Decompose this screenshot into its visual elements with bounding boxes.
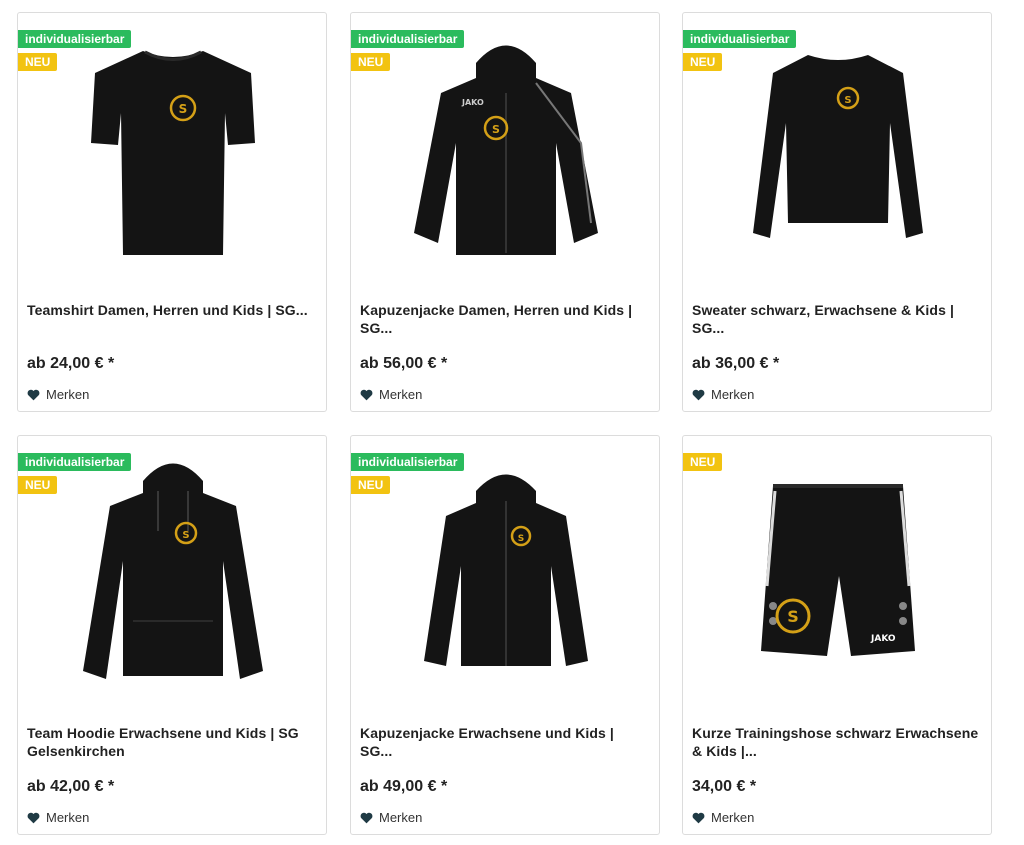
new-badge: NEU <box>351 476 391 494</box>
wishlist-button[interactable]: Merken <box>27 810 89 825</box>
customizable-badge: individualisierbar <box>18 453 132 471</box>
wishlist-button[interactable]: Merken <box>27 387 89 402</box>
wishlist-label: Merken <box>379 810 423 825</box>
product-card[interactable]: individualisierbar NEU S Teamshirt Damen… <box>17 12 327 412</box>
svg-text:JAKO: JAKO <box>461 98 484 107</box>
product-title[interactable]: Kurze Trainingshose schwarz Erwachsene &… <box>692 724 982 760</box>
product-title[interactable]: Kapuzenjacke Erwachsene und Kids | SG... <box>360 724 650 760</box>
heart-icon <box>692 812 705 823</box>
badge-group: individualisierbar NEU <box>351 453 465 494</box>
new-badge: NEU <box>18 53 58 71</box>
badge-group: individualisierbar NEU <box>683 30 797 71</box>
new-badge: NEU <box>18 476 58 494</box>
product-card[interactable]: NEU S JAKO Kurze Trainingshose schwarz E… <box>682 435 992 835</box>
heart-icon <box>27 812 40 823</box>
product-image-shorts[interactable]: S JAKO <box>683 446 993 696</box>
wishlist-label: Merken <box>711 810 755 825</box>
badge-group: individualisierbar NEU <box>18 453 132 494</box>
heart-icon <box>360 389 373 400</box>
new-badge: NEU <box>683 453 723 471</box>
product-title[interactable]: Kapuzenjacke Damen, Herren und Kids | SG… <box>360 301 650 337</box>
svg-text:S: S <box>492 123 500 136</box>
heart-icon <box>692 389 705 400</box>
product-card[interactable]: individualisierbar NEU S Sweater schwarz… <box>682 12 992 412</box>
product-price: ab 24,00 € * <box>27 355 115 372</box>
badge-group: individualisierbar NEU <box>18 30 132 71</box>
new-badge: NEU <box>683 53 723 71</box>
customizable-badge: individualisierbar <box>683 30 797 48</box>
product-price: 34,00 € * <box>692 778 757 795</box>
product-title[interactable]: Sweater schwarz, Erwachsene & Kids | SG.… <box>692 301 982 337</box>
svg-text:S: S <box>844 95 851 106</box>
customizable-badge: individualisierbar <box>18 30 132 48</box>
customizable-badge: individualisierbar <box>351 30 465 48</box>
customizable-badge: individualisierbar <box>351 453 465 471</box>
svg-text:S: S <box>179 102 188 116</box>
badge-group: NEU <box>683 453 723 471</box>
svg-text:JAKO: JAKO <box>870 634 896 644</box>
wishlist-label: Merken <box>711 387 755 402</box>
wishlist-label: Merken <box>46 810 90 825</box>
product-card[interactable]: individualisierbar NEU S JAKO Kapuzenjac… <box>350 12 660 412</box>
product-price: ab 49,00 € * <box>360 778 448 795</box>
product-title[interactable]: Teamshirt Damen, Herren und Kids | SG... <box>27 301 317 319</box>
product-title[interactable]: Team Hoodie Erwachsene und Kids | SG Gel… <box>27 724 317 760</box>
svg-text:S: S <box>518 534 524 544</box>
product-price: ab 56,00 € * <box>360 355 448 372</box>
wishlist-button[interactable]: Merken <box>360 387 422 402</box>
product-card[interactable]: individualisierbar NEU S Team Hoodie Erw… <box>17 435 327 835</box>
wishlist-label: Merken <box>379 387 423 402</box>
svg-text:S: S <box>182 530 189 541</box>
product-price: ab 36,00 € * <box>692 355 780 372</box>
product-card[interactable]: individualisierbar NEU S Kapuzenjacke Er… <box>350 435 660 835</box>
svg-text:S: S <box>787 607 799 626</box>
wishlist-label: Merken <box>46 387 90 402</box>
wishlist-button[interactable]: Merken <box>692 387 754 402</box>
wishlist-button[interactable]: Merken <box>360 810 422 825</box>
badge-group: individualisierbar NEU <box>351 30 465 71</box>
new-badge: NEU <box>351 53 391 71</box>
heart-icon <box>27 389 40 400</box>
heart-icon <box>360 812 373 823</box>
wishlist-button[interactable]: Merken <box>692 810 754 825</box>
product-price: ab 42,00 € * <box>27 778 115 795</box>
